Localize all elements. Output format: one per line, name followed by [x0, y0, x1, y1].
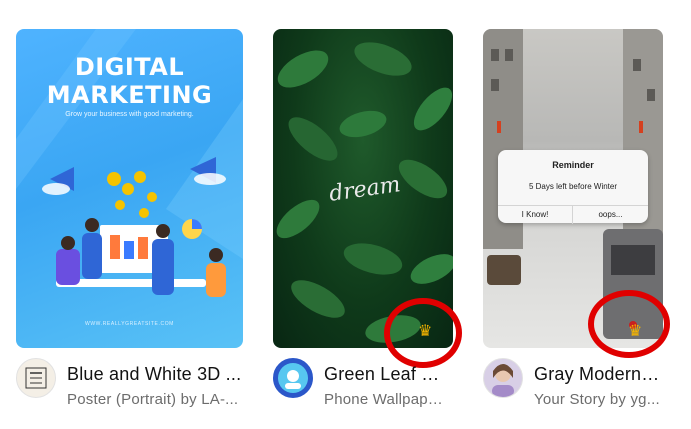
template-meta: Blue and White 3D ... Poster (Portrait) …	[16, 356, 246, 416]
template-title[interactable]: Blue and White 3D ...	[67, 364, 245, 385]
template-subtitle[interactable]: Poster (Portrait) by LA-...	[67, 391, 245, 408]
know-button: I Know!	[498, 206, 573, 224]
template-title[interactable]: Green Leaf D...	[324, 364, 448, 385]
design-footer: WWW.REALLYGREATSITE.COM	[85, 321, 174, 327]
creator-avatar[interactable]	[273, 358, 313, 398]
reminder-message: 5 Days left before Winter	[528, 182, 618, 191]
template-thumbnail[interactable]: DIGITAL MARKETING Grow your business wit…	[16, 29, 243, 348]
template-meta: Gray Modern ... Your Story by yg...	[483, 356, 673, 416]
reminder-dialog: Reminder 5 Days left before Winter I Kno…	[498, 150, 648, 224]
design-headline-2: MARKETING	[46, 81, 213, 109]
creator-avatar[interactable]	[16, 358, 56, 398]
design-headline-1: DIGITAL	[74, 53, 185, 81]
reminder-title: Reminder	[552, 160, 594, 170]
creator-logo-icon	[25, 367, 47, 389]
template-subtitle[interactable]: Your Story by yg...	[534, 391, 662, 408]
template-title[interactable]: Gray Modern ...	[534, 364, 662, 385]
template-subtitle[interactable]: Phone Wallpape...	[324, 391, 448, 408]
design-tagline: Grow your business with good marketing.	[65, 111, 194, 118]
creator-badge-icon	[278, 363, 308, 393]
reminder-buttons: I Know! oops...	[498, 205, 648, 224]
creator-photo-icon	[492, 364, 514, 397]
highlight-circle	[588, 290, 670, 358]
creator-avatar[interactable]	[483, 358, 523, 398]
template-meta: Green Leaf D... Phone Wallpape...	[273, 356, 453, 416]
oops-button: oops...	[598, 210, 623, 219]
